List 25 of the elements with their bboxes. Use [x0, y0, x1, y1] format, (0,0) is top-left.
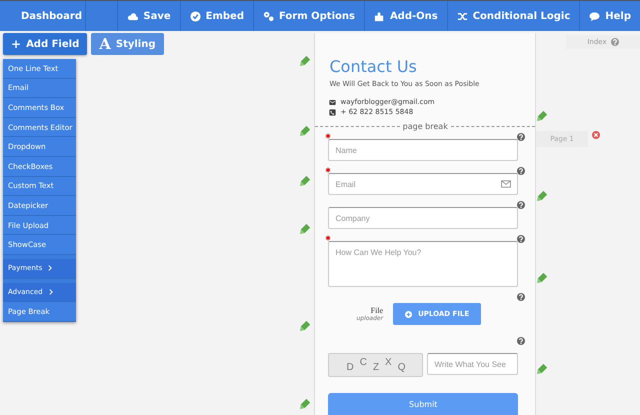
toolbar-button[interactable]: Add-Ons — [364, 1, 447, 31]
submit-button[interactable]: Submit — [328, 393, 518, 415]
font-icon: A — [99, 35, 111, 53]
captcha-letter: X — [385, 356, 392, 368]
captcha-field[interactable]: Write What You See — [427, 353, 518, 375]
toolbar-button[interactable]: Save — [117, 1, 180, 31]
text-area[interactable]: How Can We Help You? — [328, 241, 518, 287]
toolbar-tab[interactable]: A Styling — [91, 33, 164, 55]
text-field[interactable]: Name — [328, 139, 518, 161]
toolbar-button[interactable]: Form Options — [253, 1, 364, 31]
plus-icon: + — [11, 37, 22, 51]
text-field[interactable]: Company — [328, 207, 518, 229]
toolbar-tab[interactable]: + Add Field — [3, 33, 88, 55]
page-break-label: page break — [402, 122, 448, 131]
captcha-letter: D — [346, 362, 354, 372]
toolbar-button[interactable]: Help — [579, 1, 640, 31]
text-field[interactable]: Email — [328, 173, 518, 195]
toolbar-button[interactable]: Embed — [180, 1, 253, 31]
form-title: Contact Us — [329, 57, 418, 76]
captcha-letter: Q — [398, 362, 406, 372]
captcha-letter: C — [360, 356, 367, 368]
toolbar-button[interactable]: Conditional Logic — [446, 1, 580, 31]
dashboard-button[interactable]: Dashboard — [0, 1, 86, 31]
captcha-letter: Z — [372, 362, 380, 372]
field-label: File — [370, 306, 384, 315]
